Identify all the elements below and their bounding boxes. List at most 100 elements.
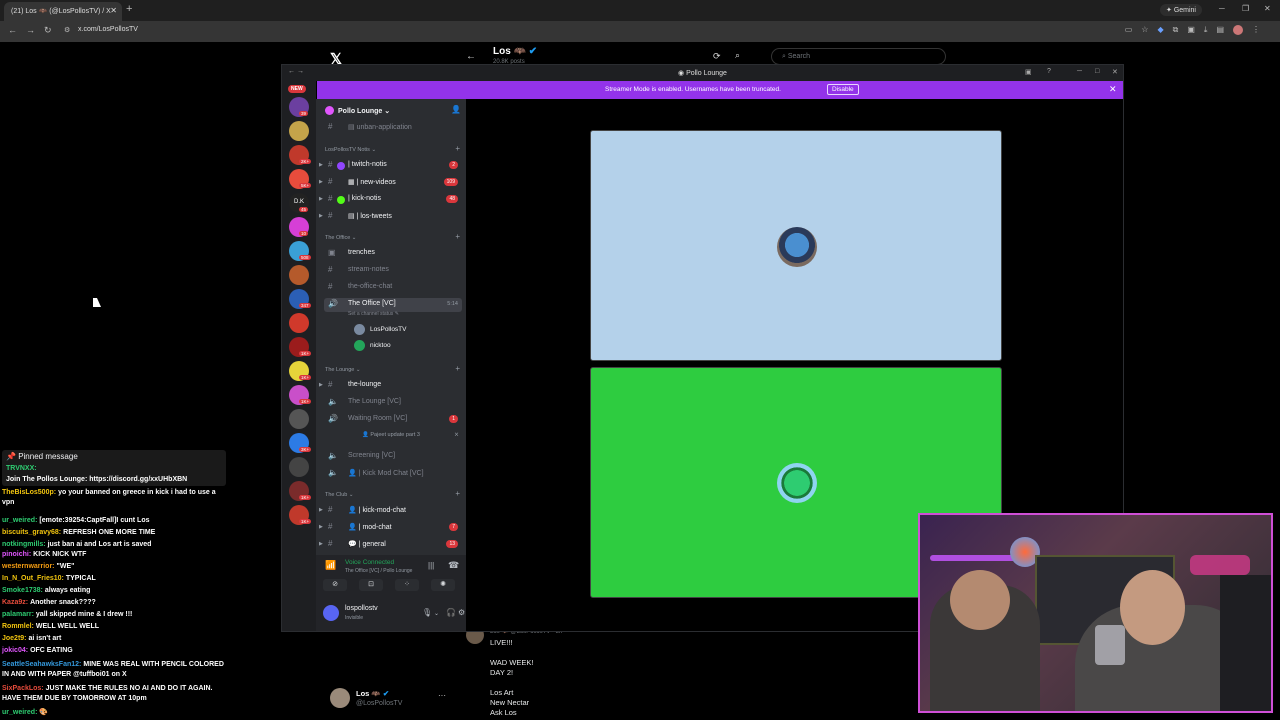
channel-new-videos[interactable]: ▶ # ▦ | new-videos 109 xyxy=(319,176,462,190)
chat-username[interactable]: TheBisLos500p: xyxy=(2,489,56,496)
activities-icon[interactable]: ⁘ xyxy=(395,579,419,591)
user-avatar[interactable] xyxy=(323,605,339,621)
server-icon[interactable] xyxy=(289,121,309,141)
channel-lounge-vc[interactable]: 🔈 The Lounge [VC] xyxy=(324,396,462,410)
banner-close-icon[interactable]: ✕ xyxy=(1109,84,1117,95)
add-channel-icon[interactable]: + xyxy=(455,364,460,373)
streamer-disable-button[interactable]: Disable xyxy=(827,84,859,95)
channel-trenches[interactable]: ▣ trenches xyxy=(324,247,462,261)
chat-username[interactable]: SixPackLos: xyxy=(2,685,44,692)
discord-minimize-icon[interactable]: ─ xyxy=(1077,68,1082,75)
extension-icon[interactable]: ◆ xyxy=(1157,25,1163,35)
chat-username[interactable]: pinoichi: xyxy=(2,551,31,558)
soundboard-icon[interactable]: ✺ xyxy=(431,579,455,591)
noise-suppression-icon[interactable]: ||| xyxy=(428,561,434,570)
site-info-icon[interactable]: ⚙ xyxy=(64,26,70,34)
add-channel-icon[interactable]: + xyxy=(455,144,460,153)
server-icon[interactable] xyxy=(289,409,309,429)
channel-the-office-vc[interactable]: 🔊 The Office [VC] 5:14 xyxy=(324,298,462,312)
x-search-input[interactable]: ⌕ Search xyxy=(771,48,946,65)
chat-username[interactable]: Rommlel: xyxy=(2,623,34,630)
chat-username[interactable]: ur_weired: xyxy=(2,517,37,524)
channel-screening-vc[interactable]: 🔈 Screening [VC] xyxy=(324,450,462,464)
inbox-icon[interactable]: ▣ xyxy=(1025,68,1032,76)
camera-off-icon[interactable]: ⊘ xyxy=(323,579,347,591)
pinned-message[interactable]: 📌 Pinned message TRVNXX: Join The Pollos… xyxy=(2,450,226,486)
server-header[interactable]: Pollo Lounge ⌄ 👤 xyxy=(316,101,466,121)
channel-mod-chat[interactable]: ▶ # 👤 | mod-chat 7 xyxy=(319,521,462,535)
forward-icon[interactable]: → xyxy=(26,25,35,35)
channel-kick-mod-chat[interactable]: ▶ # 👤 | kick-mod-chat xyxy=(319,504,462,518)
add-channel-icon[interactable]: + xyxy=(455,232,460,241)
screen-share-icon[interactable]: ⊡ xyxy=(359,579,383,591)
gemini-button[interactable]: ✦ Gemini xyxy=(1160,4,1202,16)
reload-icon[interactable]: ↻ xyxy=(44,25,52,36)
profile-icon[interactable]: ▤ xyxy=(1216,25,1224,35)
x-search-icon[interactable]: ⌕ xyxy=(735,50,740,61)
extensions-puzzle-icon[interactable]: ⧉ xyxy=(1173,25,1179,35)
channel-twitch-notis[interactable]: ▶ # | twitch-notis 2 xyxy=(319,159,462,173)
mic-options-icon[interactable]: ⌄ xyxy=(434,610,439,617)
category-notis[interactable]: LosPollosTV Notis ⌄ xyxy=(325,147,376,153)
chat-username[interactable]: Joe2t9: xyxy=(2,635,27,642)
menu-icon[interactable]: ⋮ xyxy=(1252,25,1260,35)
restore-icon[interactable]: ❐ xyxy=(1242,4,1249,13)
add-channel-icon[interactable]: + xyxy=(455,489,460,498)
chat-username[interactable]: In_N_Out_Fries10: xyxy=(2,575,64,582)
profile-avatar[interactable] xyxy=(1233,25,1243,35)
category-office[interactable]: The Office ⌄ xyxy=(325,235,356,241)
chat-username[interactable]: palamarr: xyxy=(2,611,34,618)
chat-username[interactable]: SeattleSeahawksFan12: xyxy=(2,661,81,668)
microphone-icon[interactable]: 🎙 xyxy=(422,608,432,617)
category-club[interactable]: The Club ⌄ xyxy=(325,492,353,498)
discord-maximize-icon[interactable]: □ xyxy=(1095,68,1099,75)
channel-the-lounge[interactable]: ▶ # the-lounge xyxy=(319,379,462,393)
channel-unban-application[interactable]: # ▤ unban-application xyxy=(324,121,462,135)
close-window-icon[interactable]: ✕ xyxy=(1264,4,1271,13)
chat-username[interactable]: Kaza9z: xyxy=(2,599,28,606)
settings-gear-icon[interactable]: ⚙ xyxy=(458,608,465,617)
minimize-icon[interactable]: ─ xyxy=(1219,4,1225,13)
channel-general[interactable]: ▶ # 💬 | general 13 xyxy=(319,538,462,552)
channel-status-hint[interactable]: Set a channel status ✎ xyxy=(348,311,399,317)
sidebar-icon[interactable]: ▣ xyxy=(1187,25,1195,35)
signal-icon[interactable]: 📶 xyxy=(325,560,336,571)
channel-waiting-room-vc[interactable]: 🔊 Waiting Room [VC] 1 xyxy=(324,413,462,427)
close-tab-icon[interactable]: ✕ xyxy=(110,6,117,15)
chat-username[interactable]: ur_weired: xyxy=(2,709,37,716)
back-icon[interactable]: ← xyxy=(8,25,17,35)
channel-kick-notis[interactable]: ▶ # | kick-notis 48 xyxy=(319,193,462,207)
discord-back-icon[interactable]: ← → xyxy=(288,68,304,75)
category-lounge[interactable]: The Lounge ⌄ xyxy=(325,367,361,373)
refresh-icon[interactable]: ⟳ xyxy=(713,51,721,62)
url-field[interactable]: x.com/LosPollosTV xyxy=(78,26,138,33)
more-icon[interactable]: ··· xyxy=(438,691,446,700)
browser-tab[interactable]: (21) Los 🦇 (@LosPollosTV) / X ✕ xyxy=(4,2,122,21)
chat-username[interactable]: jokic04: xyxy=(2,647,28,654)
server-icon[interactable] xyxy=(289,313,309,333)
download-icon[interactable]: ⤓ xyxy=(1204,25,1208,35)
discord-close-icon[interactable]: ✕ xyxy=(1112,68,1118,76)
server-icon[interactable] xyxy=(289,457,309,477)
channel-the-office-chat[interactable]: # the-office-chat xyxy=(324,281,462,295)
chat-username[interactable]: notkingmills: xyxy=(2,541,46,548)
voice-user[interactable]: LosPollosTV xyxy=(354,324,407,335)
voice-user[interactable]: 👤 Pajeet update part 3 xyxy=(362,432,420,438)
chat-username[interactable]: westernwarrior: xyxy=(2,563,55,570)
channel-kick-mod-vc[interactable]: 🔈 👤 | Kick Mod Chat [VC] xyxy=(324,467,462,481)
help-icon[interactable]: ? xyxy=(1047,68,1051,75)
video-tile-lospollostv[interactable] xyxy=(590,130,1002,361)
bookmark-star-icon[interactable]: ☆ xyxy=(1141,25,1148,35)
channel-stream-notes[interactable]: # stream-notes xyxy=(324,264,462,278)
cast-icon[interactable]: ▭ xyxy=(1125,25,1133,35)
chat-username[interactable]: biscuits_gravy68: xyxy=(2,529,61,536)
invite-icon[interactable]: 👤 xyxy=(451,105,461,114)
channel-los-tweets[interactable]: ▶ # ▤ | los-tweets xyxy=(319,210,462,224)
x-back-icon[interactable]: ← xyxy=(466,51,476,62)
server-icon[interactable] xyxy=(289,265,309,285)
chat-username[interactable]: Smoke1738: xyxy=(2,587,43,594)
headphones-icon[interactable]: 🎧 xyxy=(446,608,456,617)
voice-channel-path[interactable]: The Office [VC] / Pollo Lounge xyxy=(345,568,412,574)
new-tab-icon[interactable]: + xyxy=(126,3,132,15)
voice-user[interactable]: nicktoo xyxy=(354,340,391,351)
